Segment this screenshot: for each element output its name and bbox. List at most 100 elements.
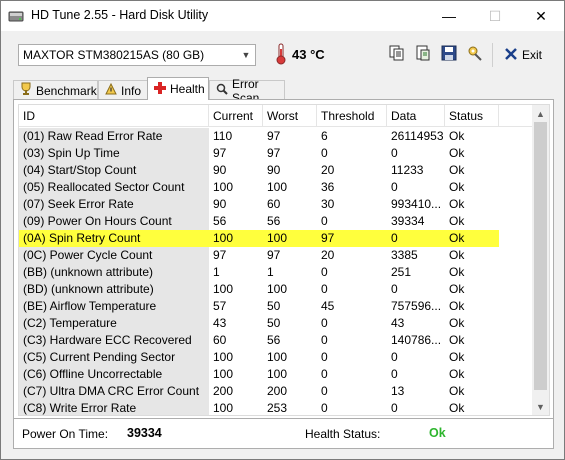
cell-threshold: 0 bbox=[321, 316, 328, 330]
cell-current: 90 bbox=[213, 197, 227, 211]
table-row[interactable]: (C7) Ultra DMA CRC Error Count 200 200 0 13 O… bbox=[19, 383, 539, 400]
cell-id: (01) Raw Read Error Rate bbox=[19, 128, 209, 145]
vertical-scrollbar[interactable]: ▲ ▼ bbox=[532, 105, 549, 415]
save-button[interactable] bbox=[438, 43, 460, 65]
app-window: HD Tune 2.55 - Hard Disk Utility — ☐ ✕ M… bbox=[0, 0, 565, 460]
cell-status: Ok bbox=[449, 265, 465, 279]
cell-worst: 60 bbox=[267, 197, 281, 211]
cell-current: 43 bbox=[213, 316, 227, 330]
cell-id: (09) Power On Hours Count bbox=[19, 213, 209, 230]
tab-error-scan[interactable]: Error Scan bbox=[209, 77, 285, 105]
column-header-current[interactable]: Current bbox=[209, 105, 263, 127]
drive-select[interactable]: MAXTOR STM380215AS (80 GB) ▼ bbox=[18, 44, 256, 66]
cell-status: Ok bbox=[445, 230, 499, 247]
column-header-data[interactable]: Data bbox=[387, 105, 445, 127]
benchmark-icon bbox=[20, 82, 32, 99]
copy-button[interactable] bbox=[386, 43, 408, 65]
cell-worst: 100 bbox=[267, 282, 288, 296]
maximize-button[interactable]: ☐ bbox=[472, 1, 518, 31]
cell-threshold: 30 bbox=[321, 197, 335, 211]
table-row[interactable]: (C3) Hardware ECC Recovered 60 56 0 140786..… bbox=[19, 332, 539, 349]
cell-worst: 100 bbox=[267, 180, 288, 194]
toolbar: MAXTOR STM380215AS (80 GB) ▼ 43 °C Exit bbox=[1, 31, 564, 77]
cell-worst: 100 bbox=[267, 367, 288, 381]
cell-id: (C8) Write Error Rate bbox=[19, 400, 209, 415]
scroll-up-icon[interactable]: ▲ bbox=[532, 105, 549, 122]
tab-benchmark[interactable]: Benchmark bbox=[13, 80, 98, 100]
table-row[interactable]: (0A) Spin Retry Count 100 100 97 0 Ok bbox=[19, 230, 539, 247]
table-row[interactable]: (C2) Temperature 43 50 0 43 Ok bbox=[19, 315, 539, 332]
cell-worst: 50 bbox=[267, 316, 281, 330]
cell-id: (07) Seek Error Rate bbox=[19, 196, 209, 213]
scroll-down-icon[interactable]: ▼ bbox=[532, 398, 549, 415]
cell-worst: 253 bbox=[267, 401, 288, 415]
cell-threshold: 0 bbox=[321, 367, 328, 381]
drive-select-value: MAXTOR STM380215AS (80 GB) bbox=[23, 48, 205, 62]
table-row[interactable]: (C8) Write Error Rate 100 253 0 0 Ok bbox=[19, 400, 539, 415]
tab-health[interactable]: Health bbox=[147, 77, 209, 100]
cell-threshold: 0 bbox=[321, 265, 328, 279]
minimize-button[interactable]: — bbox=[426, 1, 472, 31]
options-button[interactable] bbox=[464, 43, 486, 65]
table-row[interactable]: (0C) Power Cycle Count 97 97 20 3385 Ok bbox=[19, 247, 539, 264]
tab-label: Health bbox=[170, 82, 205, 96]
column-header-threshold[interactable]: Threshold bbox=[317, 105, 387, 127]
cell-status: Ok bbox=[449, 180, 465, 194]
cell-data: 140786... bbox=[391, 333, 442, 347]
cell-data: 0 bbox=[391, 146, 398, 160]
table-row[interactable]: (03) Spin Up Time 97 97 0 0 Ok bbox=[19, 145, 539, 162]
table-row[interactable]: (C5) Current Pending Sector 100 100 0 0 Ok bbox=[19, 349, 539, 366]
window-title: HD Tune 2.55 - Hard Disk Utility bbox=[31, 8, 209, 22]
table-row[interactable]: (BE) Airflow Temperature 57 50 45 757596... O… bbox=[19, 298, 539, 315]
title-bar: HD Tune 2.55 - Hard Disk Utility — ☐ ✕ bbox=[1, 1, 564, 31]
health-status-value: Ok bbox=[429, 426, 446, 440]
cell-status: Ok bbox=[449, 299, 465, 313]
cell-status: Ok bbox=[449, 350, 465, 364]
cell-current: 97 bbox=[213, 248, 227, 262]
cell-data: 13 bbox=[391, 384, 405, 398]
health-status-label: Health Status: bbox=[305, 427, 381, 441]
tab-info[interactable]: Info bbox=[98, 80, 148, 100]
close-button[interactable]: ✕ bbox=[518, 1, 564, 31]
cell-status: Ok bbox=[449, 367, 465, 381]
cell-data: 251 bbox=[391, 265, 412, 279]
cell-worst: 1 bbox=[267, 265, 274, 279]
scroll-thumb[interactable] bbox=[534, 122, 547, 390]
cell-status: Ok bbox=[449, 214, 465, 228]
table-row[interactable]: (BD) (unknown attribute) 100 100 0 0 Ok bbox=[19, 281, 539, 298]
table-row[interactable]: (05) Reallocated Sector Count 100 100 36 0 Ok bbox=[19, 179, 539, 196]
cell-threshold: 0 bbox=[321, 350, 328, 364]
cell-status: Ok bbox=[449, 282, 465, 296]
cell-threshold: 97 bbox=[317, 230, 387, 247]
column-header-id[interactable]: ID bbox=[19, 105, 209, 127]
toolbar-separator bbox=[492, 43, 493, 67]
cell-data: 26114953 bbox=[391, 129, 444, 143]
table-row[interactable]: (04) Start/Stop Count 90 90 20 11233 Ok bbox=[19, 162, 539, 179]
cell-threshold: 36 bbox=[321, 180, 335, 194]
exit-button[interactable]: Exit bbox=[504, 44, 542, 66]
table-row[interactable]: (01) Raw Read Error Rate 110 97 6 26114953 Ok bbox=[19, 128, 539, 145]
cell-id: (03) Spin Up Time bbox=[19, 145, 209, 162]
cell-data: 43 bbox=[391, 316, 405, 330]
health-icon bbox=[154, 81, 166, 97]
options-icon bbox=[467, 45, 483, 64]
status-area: Power On Time: 39334 Health Status: Ok bbox=[13, 419, 554, 449]
cell-threshold: 6 bbox=[321, 129, 328, 143]
cell-data: 11233 bbox=[391, 163, 424, 177]
table-row[interactable]: (07) Seek Error Rate 90 60 30 993410... Ok bbox=[19, 196, 539, 213]
cell-current: 110 bbox=[213, 129, 233, 143]
cell-threshold: 0 bbox=[321, 146, 328, 160]
column-header-status[interactable]: Status bbox=[445, 105, 499, 127]
column-header-worst[interactable]: Worst bbox=[263, 105, 317, 127]
cell-worst: 56 bbox=[267, 214, 281, 228]
table-row[interactable]: (09) Power On Hours Count 56 56 0 39334 Ok bbox=[19, 213, 539, 230]
cell-data: 993410... bbox=[391, 197, 442, 211]
copy-page-button[interactable] bbox=[412, 43, 434, 65]
chevron-down-icon[interactable]: ▼ bbox=[237, 45, 255, 65]
cell-current: 100 bbox=[213, 282, 234, 296]
table-row[interactable]: (C6) Offline Uncorrectable 100 100 0 0 Ok bbox=[19, 366, 539, 383]
table-row[interactable]: (BB) (unknown attribute) 1 1 0 251 Ok bbox=[19, 264, 539, 281]
power-on-value: 39334 bbox=[127, 426, 162, 440]
hard-disk-icon bbox=[8, 9, 24, 23]
smart-table[interactable]: ID Current Worst Threshold Data Status (… bbox=[18, 104, 550, 416]
